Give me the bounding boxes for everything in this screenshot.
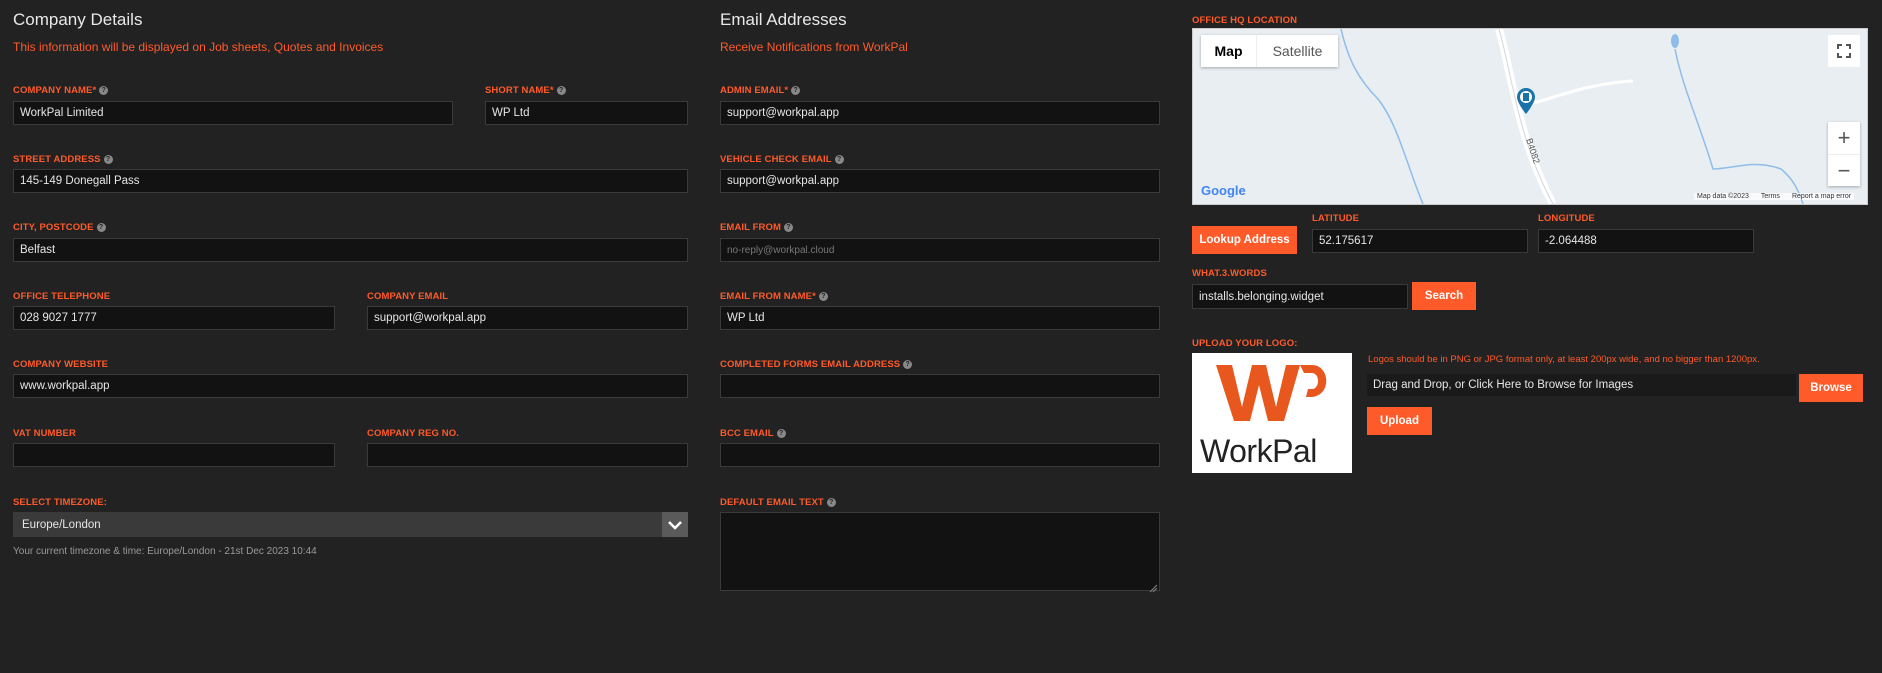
vehicle-check-email-label: VEHICLE CHECK EMAIL? <box>720 154 844 165</box>
logo-wordmark: WorkPal <box>1200 433 1317 469</box>
company-website-input[interactable]: www.workpal.app <box>13 374 688 398</box>
help-icon[interactable]: ? <box>96 223 106 232</box>
report-map-error-link[interactable]: Report a map error <box>1792 193 1851 200</box>
help-icon[interactable]: ? <box>776 429 786 438</box>
admin-email-label: ADMIN EMAIL*? <box>720 85 801 96</box>
email-section-subtitle: Receive Notifications from WorkPal <box>720 40 908 54</box>
longitude-input[interactable]: -2.064488 <box>1538 229 1754 253</box>
zoom-out-icon[interactable]: − <box>1828 154 1860 186</box>
lookup-address-button[interactable]: Lookup Address <box>1192 226 1297 254</box>
company-reg-input[interactable] <box>367 443 688 467</box>
fullscreen-icon[interactable] <box>1828 35 1860 67</box>
company-reg-label: COMPANY REG NO. <box>367 428 459 439</box>
company-website-label: COMPANY WEBSITE <box>13 359 109 370</box>
location-pin-icon[interactable] <box>1515 87 1537 120</box>
latitude-label: LATITUDE <box>1312 213 1360 224</box>
email-from-label: EMAIL FROM? <box>720 222 793 233</box>
help-icon[interactable]: ? <box>784 223 793 232</box>
latitude-input[interactable]: 52.175617 <box>1312 229 1528 253</box>
map-data-text: Map data ©2023 <box>1697 193 1749 200</box>
search-button[interactable]: Search <box>1412 282 1476 310</box>
logo-hint: Logos should be in PNG or JPG format onl… <box>1368 354 1760 365</box>
email-from-input[interactable]: no-reply@workpal.cloud <box>720 238 1160 262</box>
workpal-logo-mark <box>1216 365 1327 421</box>
satellite-tab[interactable]: Satellite <box>1256 35 1338 67</box>
street-address-input[interactable]: 145-149 Donegall Pass <box>13 169 688 193</box>
email-section-title: Email Addresses <box>720 10 847 29</box>
terms-link[interactable]: Terms <box>1761 193 1780 200</box>
help-icon[interactable]: ? <box>903 360 913 369</box>
timezone-select[interactable]: Europe/London <box>13 512 688 537</box>
default-email-text-label: DEFAULT EMAIL TEXT? <box>720 497 836 508</box>
resize-handle-icon[interactable] <box>1148 580 1158 598</box>
help-icon[interactable]: ? <box>818 292 828 301</box>
email-from-name-input[interactable]: WP Ltd <box>720 306 1160 330</box>
timezone-note: Your current timezone & time: Europe/Lon… <box>13 546 317 557</box>
logo-preview: WorkPal <box>1192 353 1352 473</box>
office-location-label: OFFICE HQ LOCATION <box>1192 15 1298 26</box>
upload-button[interactable]: Upload <box>1367 407 1432 435</box>
what3words-input[interactable]: installs.belonging.widget <box>1192 284 1408 309</box>
vehicle-check-email-input[interactable]: support@workpal.app <box>720 169 1160 193</box>
browse-button[interactable]: Browse <box>1799 374 1863 402</box>
company-name-label: COMPANY NAME*? <box>13 85 109 96</box>
map-attribution: Map data ©2023 Terms Report a map error <box>1694 193 1855 200</box>
company-email-input[interactable]: support@workpal.app <box>367 306 688 330</box>
admin-email-input[interactable]: support@workpal.app <box>720 101 1160 125</box>
city-postcode-label: CITY, POSTCODE? <box>13 222 106 233</box>
zoom-controls: + − <box>1828 122 1860 186</box>
short-name-input[interactable]: WP Ltd <box>485 101 688 125</box>
street-address-label: STREET ADDRESS? <box>13 154 113 165</box>
company-email-label: COMPANY EMAIL <box>367 291 449 302</box>
google-logo: Google <box>1201 183 1246 198</box>
map-tab[interactable]: Map <box>1201 35 1256 67</box>
short-name-label: SHORT NAME*? <box>485 85 566 96</box>
email-from-name-label: EMAIL FROM NAME*? <box>720 291 828 302</box>
help-icon[interactable]: ? <box>99 86 109 95</box>
vat-number-label: VAT NUMBER <box>13 428 76 439</box>
help-icon[interactable]: ? <box>834 155 844 164</box>
default-email-text-area[interactable] <box>720 512 1160 591</box>
company-section-title: Company Details <box>13 10 143 29</box>
help-icon[interactable]: ? <box>103 155 113 164</box>
vat-number-input[interactable] <box>13 443 335 467</box>
longitude-label: LONGITUDE <box>1538 213 1595 224</box>
help-icon[interactable]: ? <box>826 498 836 507</box>
logo-dropzone[interactable]: Drag and Drop, or Click Here to Browse f… <box>1367 374 1796 396</box>
office-telephone-input[interactable]: 028 9027 1777 <box>13 306 335 330</box>
upload-logo-label: UPLOAD YOUR LOGO: <box>1192 338 1298 349</box>
help-icon[interactable]: ? <box>556 86 566 95</box>
office-telephone-label: OFFICE TELEPHONE <box>13 291 111 302</box>
completed-forms-email-input[interactable] <box>720 374 1160 398</box>
bcc-email-label: BCC EMAIL? <box>720 428 786 439</box>
zoom-in-icon[interactable]: + <box>1828 122 1860 154</box>
chevron-down-icon[interactable] <box>662 512 688 537</box>
timezone-value: Europe/London <box>22 518 101 531</box>
what3words-label: WHAT.3.WORDS <box>1192 268 1267 279</box>
completed-forms-email-label: COMPLETED FORMS EMAIL ADDRESS? <box>720 359 913 370</box>
bcc-email-input[interactable] <box>720 443 1160 467</box>
map-type-switch[interactable]: Map Satellite <box>1201 35 1338 67</box>
company-section-subtitle: This information will be displayed on Jo… <box>13 40 384 54</box>
city-postcode-input[interactable]: Belfast <box>13 238 688 262</box>
map-view[interactable]: B4082 Map Satellite + − Google Map data … <box>1192 28 1868 205</box>
help-icon[interactable]: ? <box>791 86 801 95</box>
timezone-label: SELECT TIMEZONE: <box>13 497 107 508</box>
company-name-input[interactable]: WorkPal Limited <box>13 101 453 125</box>
